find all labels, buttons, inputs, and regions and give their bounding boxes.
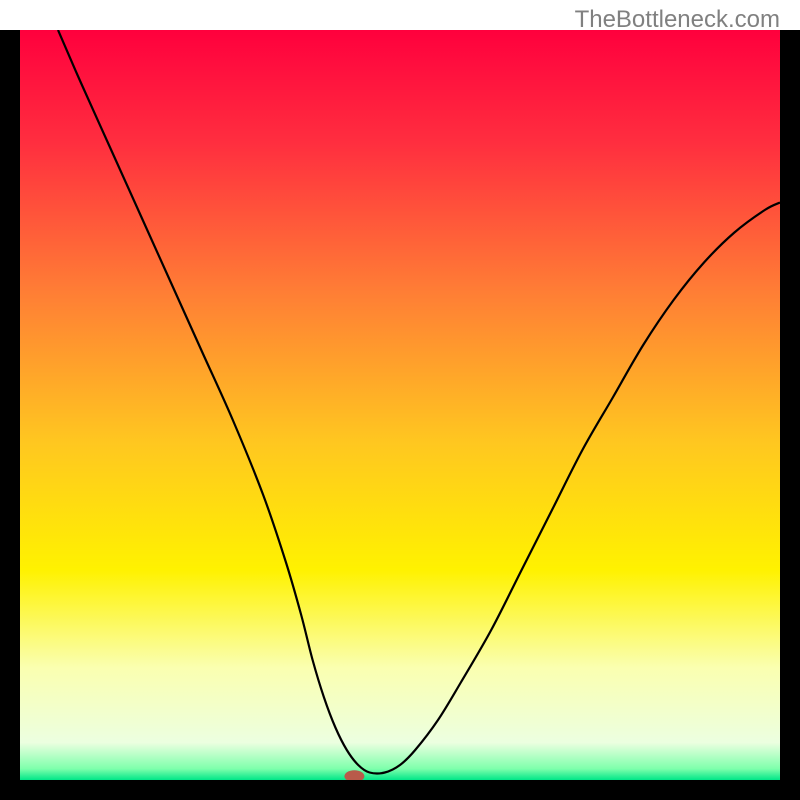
chart-container: TheBottleneck.com xyxy=(0,0,800,800)
watermark-text: TheBottleneck.com xyxy=(575,6,780,34)
chart-svg xyxy=(20,30,780,780)
plot-frame xyxy=(0,30,800,800)
plot-area xyxy=(20,30,780,780)
gradient-background xyxy=(20,30,780,780)
